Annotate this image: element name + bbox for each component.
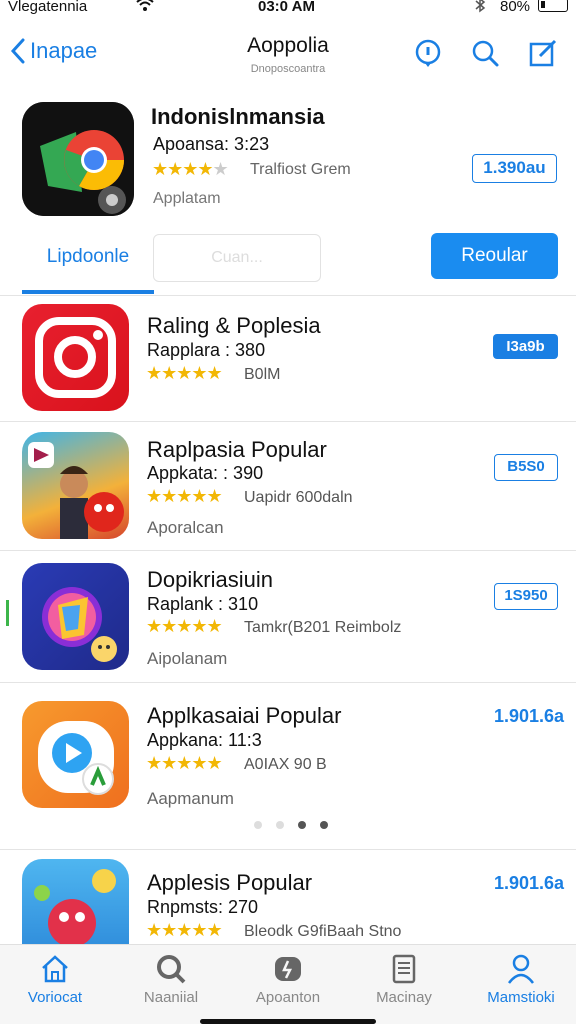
segment-tabs: Lipdoonle Cuan... Reoular: [0, 230, 576, 296]
game-app-icon: [22, 432, 129, 539]
price-label[interactable]: 1.901.6a: [494, 873, 564, 894]
featured-rating-stars: ★★★★★: [152, 159, 229, 179]
app-meta: Appkana: 11:3: [147, 730, 262, 750]
tab-label: Apoanton: [255, 989, 321, 1006]
video-app-icon: [22, 701, 129, 808]
featured-rating-text: Tralfiost Grem: [250, 161, 351, 178]
rating-stars: ★★★★★: [146, 616, 223, 636]
app-title: Raplpasia Popular: [147, 437, 327, 462]
carrier-label: Vlegatennia: [8, 0, 88, 15]
tab-reoular[interactable]: Reoular: [431, 233, 558, 279]
rating-text: Uapidr 600daln: [244, 489, 353, 506]
app-meta: Rapplara : 380: [147, 340, 266, 360]
rating-text: Bleodk G9fiBaah Stno: [244, 923, 402, 940]
apps-icon: [275, 957, 301, 981]
app-meta: Raplank : 310: [147, 594, 259, 614]
tab-label: Naaniial: [143, 989, 199, 1006]
tab-cuan[interactable]: Cuan...: [153, 234, 321, 282]
tab-label: Mamstioki: [487, 989, 555, 1006]
page-dot[interactable]: [320, 821, 328, 829]
tab-library[interactable]: Macinay: [349, 953, 459, 1006]
navigation-bar: Inapae Aoppolia Dnoposcoantra: [0, 28, 576, 84]
featured-app-meta: Apoansa: 3:23: [153, 134, 270, 154]
price-button[interactable]: I3a9b: [493, 334, 558, 359]
price-button[interactable]: 1S950: [494, 583, 558, 610]
page-dots[interactable]: [254, 821, 328, 829]
featured-price-button[interactable]: 1.390au: [472, 154, 557, 183]
search-icon: [157, 955, 186, 984]
tab-home[interactable]: Voriocat: [0, 953, 110, 1006]
tab-label: Macinay: [376, 989, 432, 1006]
rating-stars: ★★★★★: [146, 920, 223, 940]
app-title: Dopikriasiuin: [147, 567, 273, 592]
page-dot[interactable]: [298, 821, 306, 829]
bottom-tab-bar: Voriocat Naaniial Apoanton Macinay Mamst…: [0, 944, 576, 1024]
app-category: Aipolanam: [147, 649, 228, 668]
camera-app-icon: [22, 304, 129, 411]
tab-label: Voriocat: [27, 989, 83, 1006]
list-item[interactable]: Raplpasia Popular Appkata: : 390 ★★★★★ U…: [0, 422, 576, 551]
app-title: Applesis Popular: [147, 870, 313, 895]
featured-app-title: Indonislnmansia: [151, 104, 325, 129]
app-meta: Appkata: : 390: [147, 463, 264, 483]
chrome-app-icon: [22, 102, 134, 216]
home-indicator: [200, 1019, 376, 1024]
home-icon: [42, 955, 68, 983]
status-bar: Vlegatennia 03:0 AM 80%: [0, 0, 576, 18]
app-title: Applkasaiai Popular: [147, 703, 342, 728]
rating-text: A0IAX 90 B: [244, 756, 327, 773]
tab-lipdoonle[interactable]: Lipdoonle: [22, 246, 154, 268]
rating-text: Tamkr(B201 Reimbolz: [244, 619, 402, 636]
price-label[interactable]: 1.901.6a: [494, 706, 564, 727]
rating-stars: ★★★★★: [146, 753, 223, 773]
person-icon: [508, 954, 534, 984]
tab-apps[interactable]: Apoanton: [233, 953, 343, 1006]
tab-search[interactable]: Naaniial: [116, 953, 226, 1006]
chat-icon[interactable]: [413, 38, 443, 68]
app-meta: Rnpmsts: 270: [147, 897, 259, 917]
active-tab-underline: [22, 290, 154, 294]
compose-icon[interactable]: [528, 38, 558, 68]
list-item[interactable]: Raling & Poplesia Rapplara : 380 ★★★★★ B…: [0, 296, 576, 422]
featured-app-category: Applatam: [153, 190, 221, 207]
app-title: Raling & Poplesia: [147, 313, 321, 338]
battery-percent: 80%: [500, 0, 531, 15]
battery-icon: [538, 0, 568, 12]
rating-stars: ★★★★★: [146, 363, 223, 383]
page-dot[interactable]: [254, 821, 262, 829]
list-item[interactable]: Applesis Popular Rnpmsts: 270 ★★★★★ Bleo…: [0, 850, 576, 966]
rating-stars: ★★★★★: [146, 486, 223, 506]
rating-text: B0lM: [244, 366, 281, 383]
tab-profile[interactable]: Mamstioki: [466, 953, 576, 1006]
price-button[interactable]: B5S0: [494, 454, 558, 481]
document-icon: [392, 954, 416, 984]
clock: 03:0 AM: [258, 0, 315, 15]
page-dot[interactable]: [276, 821, 284, 829]
photo-app-icon: [22, 563, 129, 670]
app-category: Aapmanum: [147, 789, 234, 808]
app-category: Aporalcan: [147, 518, 224, 537]
list-item[interactable]: Dopikriasiuin Raplank : 310 ★★★★★ Tamkr(…: [0, 551, 576, 683]
search-icon[interactable]: [470, 38, 500, 68]
wifi-icon: [136, 0, 154, 16]
bluetooth-icon: [474, 0, 486, 17]
